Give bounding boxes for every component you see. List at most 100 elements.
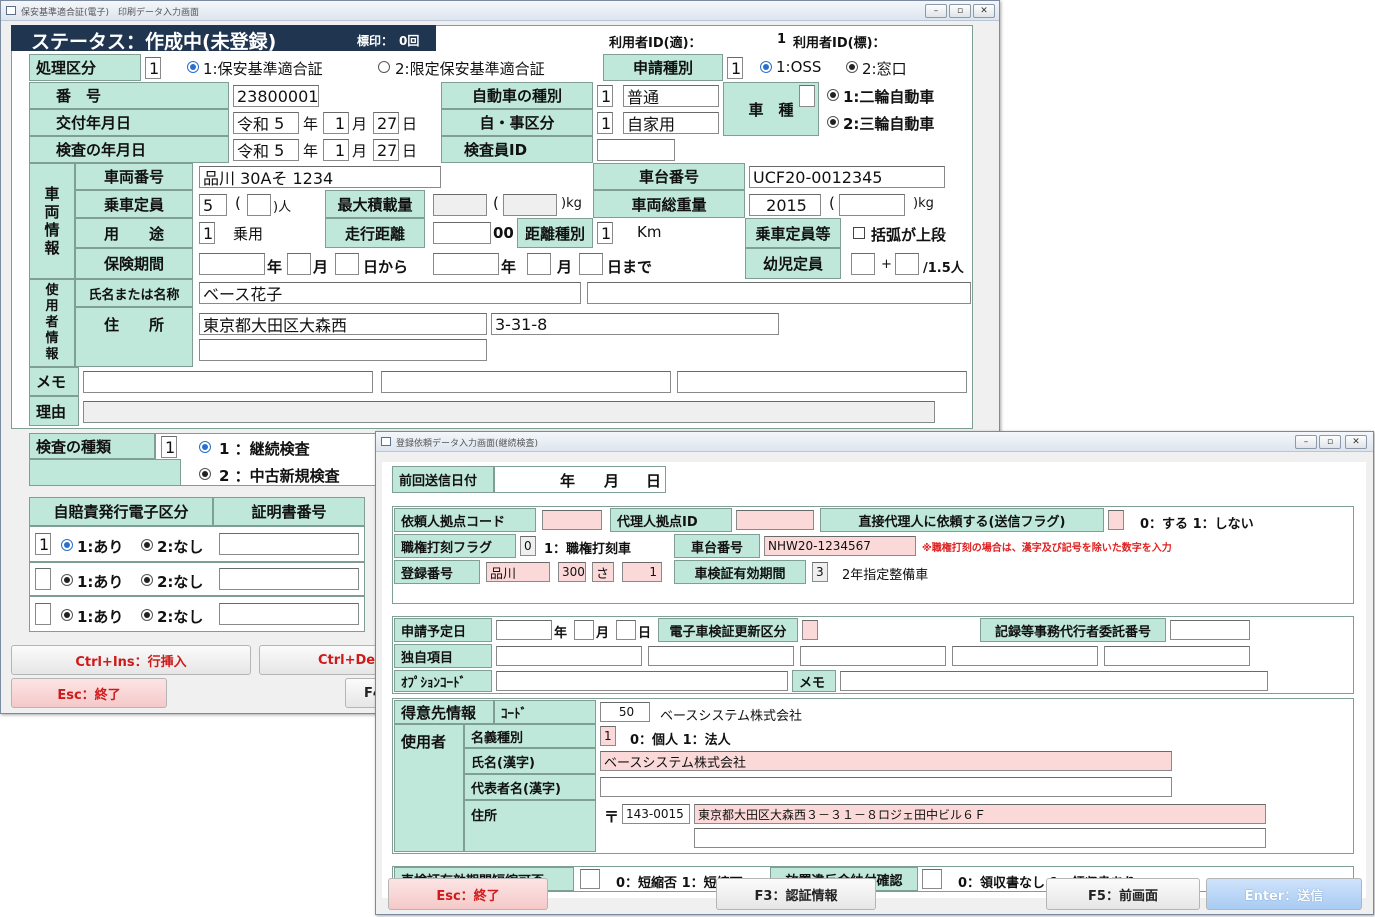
- shimei-input-2[interactable]: ベースシステム株式会社: [600, 751, 1172, 771]
- yoji-input-1[interactable]: [851, 253, 875, 275]
- jusho-input-3[interactable]: [199, 339, 487, 361]
- jibai-2-radio-nashi[interactable]: [141, 574, 153, 586]
- shashu-radio-2[interactable]: [827, 116, 839, 128]
- jidosha-code[interactable]: 1: [597, 85, 613, 107]
- kensa-day[interactable]: 27: [373, 139, 399, 161]
- sojuryo-sub-input[interactable]: [839, 194, 905, 216]
- sharyo-no-input[interactable]: 品川 30Aそ 1234: [199, 166, 441, 188]
- shomei-input-1[interactable]: [219, 533, 359, 555]
- yuko-input[interactable]: 3: [812, 562, 828, 582]
- teiin-input[interactable]: 5: [199, 194, 227, 216]
- minimize-button[interactable]: –: [925, 4, 947, 18]
- dokuji-input-4[interactable]: [952, 646, 1098, 666]
- toroku-input-b[interactable]: 300: [558, 562, 586, 582]
- hoken-from-month[interactable]: [287, 253, 311, 275]
- memo-input-2[interactable]: [381, 371, 671, 393]
- tokui-code-input[interactable]: 50: [600, 702, 650, 722]
- toroku-input-c[interactable]: さ: [592, 562, 614, 582]
- kensa-radio-2[interactable]: [199, 468, 211, 480]
- shori-radio-2[interactable]: [378, 61, 390, 73]
- shadai-input-2[interactable]: NHW20-1234567: [764, 536, 916, 556]
- chokusetsu-input[interactable]: [1108, 510, 1124, 530]
- shadai-input[interactable]: UCF20-0012345: [749, 166, 945, 188]
- shomei-input-2[interactable]: [219, 568, 359, 590]
- shimei-input[interactable]: ベース花子: [199, 282, 581, 304]
- jibai-2-radio-ari[interactable]: [61, 574, 73, 586]
- hoken-to-month[interactable]: [527, 253, 551, 275]
- shomei-input-3[interactable]: [219, 603, 359, 625]
- memo-input-w2[interactable]: [840, 671, 1268, 691]
- close-button[interactable]: ✕: [973, 4, 995, 18]
- denshi-input[interactable]: [802, 620, 818, 640]
- shinsei-input[interactable]: 1: [727, 57, 743, 79]
- shokken-input[interactable]: 0: [520, 536, 536, 556]
- shinsei-day[interactable]: [616, 620, 636, 640]
- sojuryo-input[interactable]: 2015: [749, 194, 821, 216]
- hochi-input[interactable]: [922, 869, 942, 889]
- jibai-input-1[interactable]: 1: [35, 533, 51, 555]
- option-input[interactable]: [496, 671, 788, 691]
- maximize-button-2[interactable]: ▫: [1319, 435, 1341, 449]
- kiroku-input[interactable]: [1170, 620, 1250, 640]
- kensa-month[interactable]: 1: [323, 139, 349, 161]
- shimei-input-2[interactable]: [587, 282, 971, 304]
- jibai-3-radio-nashi[interactable]: [141, 609, 153, 621]
- jibai-input-3[interactable]: [35, 603, 51, 625]
- soko-input[interactable]: [433, 222, 491, 244]
- kyori-code[interactable]: 1: [597, 222, 613, 244]
- hoken-from-year[interactable]: [199, 253, 265, 275]
- jusho-input-w2[interactable]: 東京都大田区大森西３－３１－８ロジェ田中ビル６Ｆ: [694, 804, 1266, 824]
- dokuji-input-5[interactable]: [1104, 646, 1250, 666]
- shori-radio-1[interactable]: [187, 61, 199, 73]
- toroku-input-d[interactable]: 1: [622, 562, 662, 582]
- shinsei-month[interactable]: [574, 620, 594, 640]
- jusho-input-1[interactable]: 東京都大田区大森西: [199, 313, 487, 335]
- kofu-year[interactable]: 5: [274, 114, 284, 133]
- kofu-month[interactable]: 1: [323, 112, 349, 134]
- jibai-3-radio-ari[interactable]: [61, 609, 73, 621]
- dokuji-input-2[interactable]: [648, 646, 794, 666]
- memo-input-1[interactable]: [83, 371, 373, 393]
- hoken-to-day[interactable]: [579, 253, 603, 275]
- meigi-input[interactable]: 1: [600, 726, 616, 746]
- yubin-input[interactable]: 143-0015: [622, 804, 690, 824]
- dokuji-input-1[interactable]: [496, 646, 642, 666]
- sekisai-sub-input[interactable]: [503, 194, 557, 216]
- shinsei-year[interactable]: [496, 620, 552, 640]
- sekisai-input[interactable]: [433, 194, 487, 216]
- irai-input[interactable]: [542, 510, 602, 530]
- daihyo-input[interactable]: [600, 777, 1172, 797]
- esc-exit-button[interactable]: Esc：終了: [11, 678, 167, 708]
- hoken-to-year[interactable]: [433, 253, 499, 275]
- dairi-input[interactable]: [736, 510, 814, 530]
- bango-input[interactable]: 23800001: [233, 85, 319, 107]
- enter-send-button[interactable]: Enter：送信: [1206, 878, 1362, 910]
- riyu-input[interactable]: [83, 401, 935, 423]
- kensa-shurui-input[interactable]: 1: [161, 436, 177, 458]
- f5-back-button[interactable]: F5：前画面: [1046, 878, 1200, 910]
- shinsei-radio-1[interactable]: [760, 61, 772, 73]
- tanshuku-input[interactable]: [580, 869, 600, 889]
- teiin-sub-input[interactable]: [247, 194, 271, 216]
- row-insert-button[interactable]: Ctrl+Ins：行挿入: [11, 645, 251, 675]
- memo-input-3[interactable]: [677, 371, 967, 393]
- kakko-checkbox[interactable]: [853, 227, 865, 239]
- minimize-button-2[interactable]: –: [1295, 435, 1317, 449]
- close-button-2[interactable]: ✕: [1345, 435, 1367, 449]
- dokuji-input-3[interactable]: [800, 646, 946, 666]
- toroku-input-a[interactable]: 品川: [486, 562, 550, 582]
- jusho-input-2[interactable]: 3-31-8: [491, 313, 779, 335]
- yoto-code[interactable]: 1: [199, 222, 215, 244]
- shashu-radio-1[interactable]: [827, 89, 839, 101]
- yoji-input-2[interactable]: [895, 253, 919, 275]
- kensa-radio-1[interactable]: [199, 441, 211, 453]
- jibai-input-2[interactable]: [35, 568, 51, 590]
- jigyo-code[interactable]: 1: [597, 112, 613, 134]
- shashu-check[interactable]: [799, 85, 815, 107]
- hoken-from-day[interactable]: [335, 253, 359, 275]
- shori-input[interactable]: 1: [145, 57, 161, 79]
- maximize-button[interactable]: ▫: [949, 4, 971, 18]
- f3-auth-button[interactable]: F3：認証情報: [716, 878, 876, 910]
- jibai-1-radio-nashi[interactable]: [141, 539, 153, 551]
- kensa-year[interactable]: 5: [274, 141, 284, 160]
